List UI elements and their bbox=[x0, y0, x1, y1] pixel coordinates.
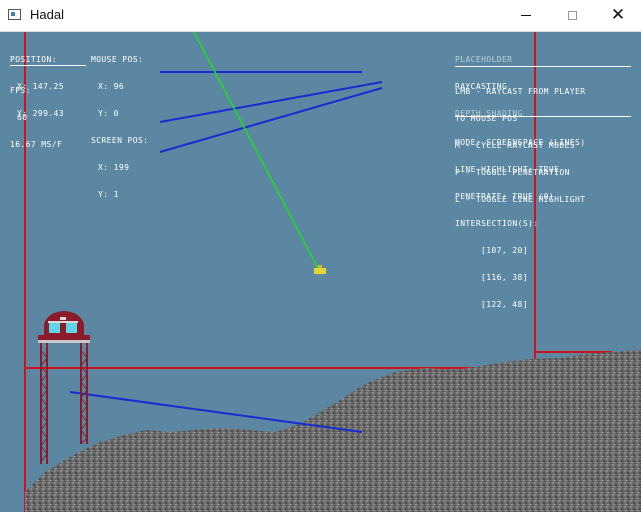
intersection-item: [122, 48] bbox=[481, 300, 528, 309]
hud-divider bbox=[10, 65, 86, 66]
status-line: LINE HIGHLIGHT: TRUE bbox=[455, 165, 560, 174]
maximize-button[interactable] bbox=[549, 0, 595, 31]
hud-mouse-label: MOUSE POS: bbox=[91, 55, 144, 64]
minimize-button[interactable] bbox=[503, 0, 549, 31]
hud-fps-value: 60 bbox=[17, 113, 28, 122]
app-icon bbox=[8, 9, 21, 20]
raycast-ray bbox=[193, 32, 321, 273]
game-window: Hadal ✕ POSITION: X: 147.25 Y: 299.43 FP… bbox=[0, 0, 641, 512]
hud-fps-block: FPS: 60 16.67 MS/F bbox=[10, 68, 62, 167]
terrain bbox=[25, 350, 641, 512]
panel-divider bbox=[455, 66, 631, 67]
hud-screen-label: SCREEN POS: bbox=[91, 136, 149, 145]
window-title: Hadal bbox=[30, 7, 64, 22]
close-button[interactable]: ✕ bbox=[595, 0, 641, 31]
intersection-item: [116, 38] bbox=[481, 273, 528, 282]
maximize-icon bbox=[567, 11, 577, 20]
status-line: INTERSECTION(S): bbox=[455, 219, 539, 228]
control-line: LMB - RAYCAST FROM PLAYER bbox=[455, 87, 586, 96]
tower-structure bbox=[38, 311, 90, 464]
title-bar[interactable]: Hadal ✕ bbox=[0, 0, 641, 32]
status-list: MODE: SCREENSPACE (LINES) LINE HIGHLIGHT… bbox=[455, 120, 585, 327]
hud-mouse-block: MOUSE POS: X: 96 Y: 0 SCREEN POS: X: 199… bbox=[91, 37, 148, 217]
hud-frame-time: 16.67 MS/F bbox=[10, 140, 63, 149]
minimize-icon bbox=[521, 15, 531, 16]
hud-fps-label: FPS: bbox=[10, 86, 31, 95]
status-line: PENETRATE: TRUE (0) bbox=[455, 192, 555, 201]
intersection-item: [107, 20] bbox=[481, 246, 528, 255]
game-viewport[interactable]: POSITION: X: 147.25 Y: 299.43 FPS: 60 16… bbox=[0, 32, 641, 512]
panel-divider bbox=[455, 116, 631, 117]
hud-screen-y: Y: 1 bbox=[98, 190, 119, 199]
hud-position-label: POSITION: bbox=[10, 55, 57, 64]
close-icon: ✕ bbox=[610, 5, 626, 25]
status-line: MODE: SCREENSPACE (LINES) bbox=[455, 138, 586, 147]
player-sprite bbox=[314, 265, 326, 274]
hud-mouse-y: Y: 0 bbox=[98, 109, 119, 118]
hud-screen-x: X: 199 bbox=[98, 163, 130, 172]
mode-option: PLACEHOLDER bbox=[455, 55, 513, 64]
hud-mouse-x: X: 96 bbox=[98, 82, 125, 91]
